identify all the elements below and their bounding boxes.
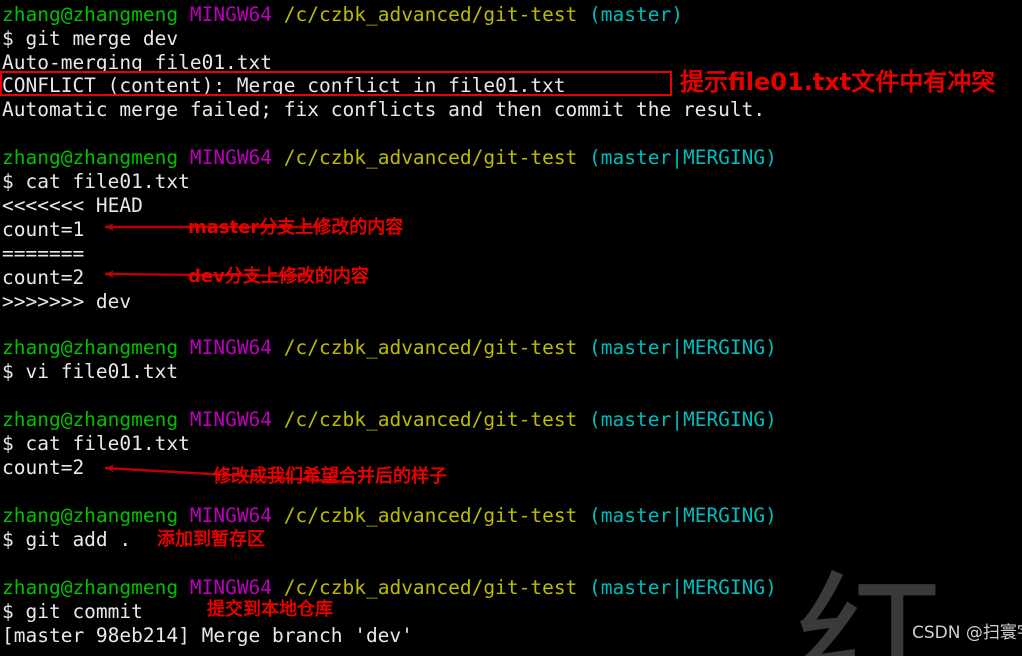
terminal-line-text: count=2 xyxy=(2,266,85,289)
prompt-path: /c/czbk_advanced/git-test xyxy=(283,146,578,169)
prompt-host: MINGW64 xyxy=(189,408,273,431)
terminal-output-line: Automatic merge failed; fix conflicts an… xyxy=(2,98,765,122)
prompt-path: /c/czbk_advanced/git-test xyxy=(283,408,578,431)
terminal-prompt-line: zhang@zhangmeng MINGW64 /c/czbk_advanced… xyxy=(2,504,777,528)
terminal-line-text: $ git add . xyxy=(2,528,132,551)
terminal-prompt-line: zhang@zhangmeng MINGW64 /c/czbk_advanced… xyxy=(2,408,777,432)
prompt-user: zhang@zhangmeng xyxy=(2,3,179,26)
terminal-line-text: >>>>>>> dev xyxy=(2,290,132,313)
prompt-host: MINGW64 xyxy=(189,146,273,169)
terminal-prompt-line: zhang@zhangmeng MINGW64 /c/czbk_advanced… xyxy=(2,146,777,170)
watermark-glyph: 红 xyxy=(795,558,946,656)
terminal-output-line: $ cat file01.txt xyxy=(2,170,190,194)
merged-result-note: 修改成我们希望合并后的样子 xyxy=(213,466,447,487)
prompt-host: MINGW64 xyxy=(189,576,273,599)
terminal-output-line: ======= xyxy=(2,242,84,266)
prompt-host: MINGW64 xyxy=(189,504,273,527)
watermark-text: CSDN @扫寰宇 xyxy=(912,623,1022,643)
terminal-line-text: $ vi file01.txt xyxy=(2,360,179,383)
terminal-output-line: $ vi file01.txt xyxy=(2,360,178,384)
prompt-user: zhang@zhangmeng xyxy=(2,504,179,527)
prompt-branch: (master|MERGING) xyxy=(589,408,777,431)
terminal-output-line: $ git merge dev xyxy=(2,27,178,51)
terminal-output-line: $ git commit xyxy=(2,600,143,624)
terminal-output-line: Auto-merging file01.txt xyxy=(2,51,272,75)
master-branch-note: master分支上修改的内容 xyxy=(188,217,404,238)
commit-repo-note: 提交到本地仓库 xyxy=(207,599,333,620)
terminal-window: zhang@zhangmeng MINGW64 /c/czbk_advanced… xyxy=(0,0,1022,656)
terminal-line-text: CONFLICT (content): Merge conflict in fi… xyxy=(2,74,566,97)
terminal-line-text: Automatic merge failed; fix conflicts an… xyxy=(2,98,766,121)
terminal-output-line: $ git add . xyxy=(2,528,131,552)
prompt-path: /c/czbk_advanced/git-test xyxy=(283,504,578,527)
terminal-output-line: <<<<<<< HEAD xyxy=(2,194,143,218)
add-stage-note: 添加到暂存区 xyxy=(157,529,265,550)
prompt-path: /c/czbk_advanced/git-test xyxy=(283,3,578,26)
prompt-user: zhang@zhangmeng xyxy=(2,408,179,431)
prompt-branch: (master|MERGING) xyxy=(589,336,777,359)
terminal-line-text: $ git merge dev xyxy=(2,27,179,50)
dev-branch-note: dev分支上修改的内容 xyxy=(188,266,369,287)
terminal-line-text: count=1 xyxy=(2,218,85,241)
terminal-prompt-line: zhang@zhangmeng MINGW64 /c/czbk_advanced… xyxy=(2,336,777,360)
terminal-output-line: $ cat file01.txt xyxy=(2,432,190,456)
terminal-output-line: count=2 xyxy=(2,266,84,290)
prompt-branch: (master|MERGING) xyxy=(589,504,777,527)
terminal-line-text: <<<<<<< HEAD xyxy=(2,194,143,217)
terminal-output-line: [master 98eb214] Merge branch 'dev' xyxy=(2,624,413,648)
terminal-line-text: count=2 xyxy=(2,456,85,479)
terminal-prompt-line: zhang@zhangmeng MINGW64 /c/czbk_advanced… xyxy=(2,576,777,600)
prompt-user: zhang@zhangmeng xyxy=(2,336,179,359)
prompt-host: MINGW64 xyxy=(189,3,273,26)
terminal-line-text: $ cat file01.txt xyxy=(2,170,190,193)
terminal-line-text: $ cat file01.txt xyxy=(2,432,190,455)
prompt-branch: (master|MERGING) xyxy=(589,576,777,599)
terminal-line-text: Auto-merging file01.txt xyxy=(2,51,273,74)
conflict-note: 提示file01.txt文件中有冲突 xyxy=(680,68,996,96)
prompt-path: /c/czbk_advanced/git-test xyxy=(283,576,578,599)
terminal-line-text: $ git commit xyxy=(2,600,143,623)
prompt-branch: (master) xyxy=(589,3,683,26)
prompt-user: zhang@zhangmeng xyxy=(2,146,179,169)
terminal-prompt-line: zhang@zhangmeng MINGW64 /c/czbk_advanced… xyxy=(2,3,683,27)
terminal-output-line: >>>>>>> dev xyxy=(2,290,131,314)
prompt-host: MINGW64 xyxy=(189,336,273,359)
prompt-path: /c/czbk_advanced/git-test xyxy=(283,336,578,359)
terminal-output-line: count=2 xyxy=(2,456,84,480)
prompt-user: zhang@zhangmeng xyxy=(2,576,179,599)
prompt-branch: (master|MERGING) xyxy=(589,146,777,169)
terminal-output-line: count=1 xyxy=(2,218,84,242)
terminal-output-line: CONFLICT (content): Merge conflict in fi… xyxy=(2,74,566,98)
terminal-line-text: ======= xyxy=(2,242,85,265)
terminal-line-text: [master 98eb214] Merge branch 'dev' xyxy=(2,624,413,647)
